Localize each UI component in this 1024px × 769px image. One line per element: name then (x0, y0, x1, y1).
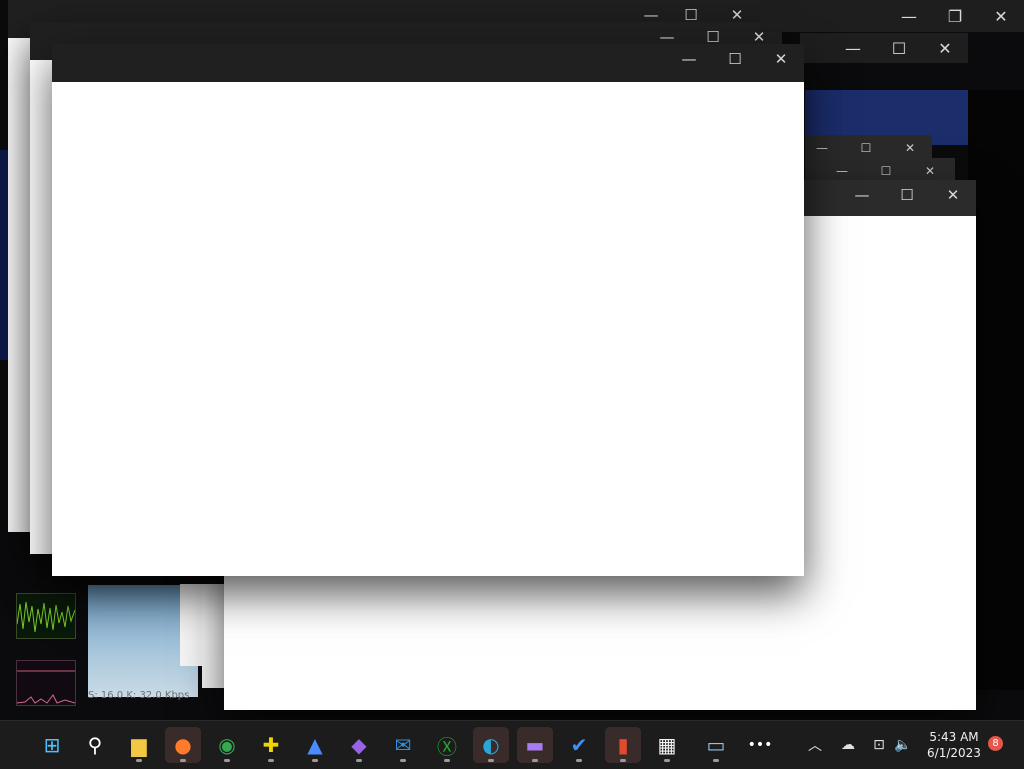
resource-monitor-glyph: ▭ (706, 733, 726, 757)
running-indicator (576, 759, 582, 762)
taskbar: ⊞ ⚲ ▆ ● ◉ ✚ ▲ ◆ ✉ Ⓧ ◐ ▬ ✔ ▮ ▦ ▭ ••• ︿ ☁ ⊡ 🔈 5:43 AM 6/1/… (0, 720, 1024, 769)
chrome-icon[interactable]: ◉ (209, 727, 245, 763)
chrome-glyph: ◉ (218, 733, 236, 757)
restore-icon[interactable]: ❐ (932, 2, 978, 30)
mail-icon[interactable]: ✉ (385, 727, 421, 763)
mail-glyph: ✉ (394, 733, 412, 757)
taskbar-clock[interactable]: 5:43 AM 6/1/2023 (922, 729, 986, 761)
clipchamp-glyph: ▬ (525, 733, 545, 757)
search-button-icon[interactable]: ⚲ (77, 727, 113, 763)
running-indicator (356, 759, 362, 762)
file-explorer-glyph: ▆ (131, 733, 147, 757)
window-titlebar[interactable]: — ☐ ✕ (52, 44, 804, 82)
office-glyph: ▮ (617, 733, 629, 757)
more-button-icon[interactable]: ••• (742, 727, 778, 763)
app-blue-icon[interactable]: ▲ (297, 727, 333, 763)
maximize-icon[interactable]: ☐ (876, 33, 922, 63)
running-indicator (136, 759, 142, 762)
running-indicator (664, 759, 670, 762)
running-indicator (532, 759, 538, 762)
close-icon[interactable]: ✕ (930, 180, 976, 210)
desktop-background-right (968, 90, 1024, 690)
volume-icon[interactable]: 🔈 (893, 721, 913, 769)
todo-glyph: ✔ (570, 733, 588, 757)
onedrive-icon[interactable]: ☁ (836, 721, 860, 769)
visual-studio-glyph: ◆ (351, 733, 367, 757)
xbox-icon[interactable]: Ⓧ (429, 727, 465, 763)
minimize-icon[interactable]: — (886, 2, 932, 30)
running-indicator (488, 759, 494, 762)
start-button-glyph: ⊞ (43, 733, 61, 757)
network-icon[interactable]: ⊡ (868, 721, 890, 769)
minimize-icon[interactable]: — (830, 33, 876, 63)
store-glyph: ▦ (657, 733, 677, 757)
app-plus-icon[interactable]: ✚ (253, 727, 289, 763)
notification-badge[interactable]: 8 (988, 736, 1003, 751)
office-icon[interactable]: ▮ (605, 727, 641, 763)
stacked-window-edge (202, 584, 224, 688)
close-icon[interactable]: ✕ (922, 33, 968, 63)
minimize-icon[interactable]: — (839, 180, 885, 210)
file-explorer-icon[interactable]: ▆ (121, 727, 157, 763)
cpu-graph-widget (16, 593, 76, 639)
network-status-text: S: 16.0 K: 32.0 Kbps (88, 690, 190, 701)
edge-glyph: ◐ (482, 733, 500, 757)
edge-icon[interactable]: ◐ (473, 727, 509, 763)
app-blue-glyph: ▲ (307, 733, 323, 757)
app-plus-glyph: ✚ (262, 733, 280, 757)
close-icon[interactable]: ✕ (978, 2, 1024, 30)
visual-studio-icon[interactable]: ◆ (341, 727, 377, 763)
close-icon[interactable]: ✕ (758, 44, 804, 74)
network-graph-widget (16, 660, 76, 706)
running-indicator (312, 759, 318, 762)
clipchamp-icon[interactable]: ▬ (517, 727, 553, 763)
firefox-icon[interactable]: ● (165, 727, 201, 763)
resource-monitor-icon[interactable]: ▭ (698, 727, 734, 763)
background-window-3-titlebar[interactable]: — ❐ ✕ (760, 0, 1024, 32)
front-window[interactable]: — ☐ ✕ (52, 44, 804, 576)
background-window-4-titlebar[interactable]: — ☐ ✕ (800, 33, 968, 63)
clock-date: 6/1/2023 (927, 746, 981, 760)
maximize-icon[interactable]: ☐ (712, 44, 758, 74)
running-indicator (180, 759, 186, 762)
xbox-glyph: Ⓧ (437, 734, 457, 759)
running-indicator (268, 759, 274, 762)
running-indicator (713, 759, 719, 762)
clock-time: 5:43 AM (929, 730, 979, 744)
maximize-icon[interactable]: ☐ (884, 180, 930, 210)
minimize-icon[interactable]: — (666, 44, 712, 74)
stacked-window-edge (180, 584, 204, 666)
running-indicator (444, 759, 450, 762)
firefox-glyph: ● (174, 733, 192, 757)
start-button-icon[interactable]: ⊞ (34, 727, 70, 763)
todo-icon[interactable]: ✔ (561, 727, 597, 763)
running-indicator (224, 759, 230, 762)
more-button-glyph: ••• (747, 737, 773, 753)
running-indicator (400, 759, 406, 762)
window-content (52, 82, 804, 576)
store-icon[interactable]: ▦ (649, 727, 685, 763)
running-indicator (620, 759, 626, 762)
search-button-glyph: ⚲ (87, 733, 103, 757)
show-hidden-icons-button[interactable]: ︿ (804, 721, 826, 769)
